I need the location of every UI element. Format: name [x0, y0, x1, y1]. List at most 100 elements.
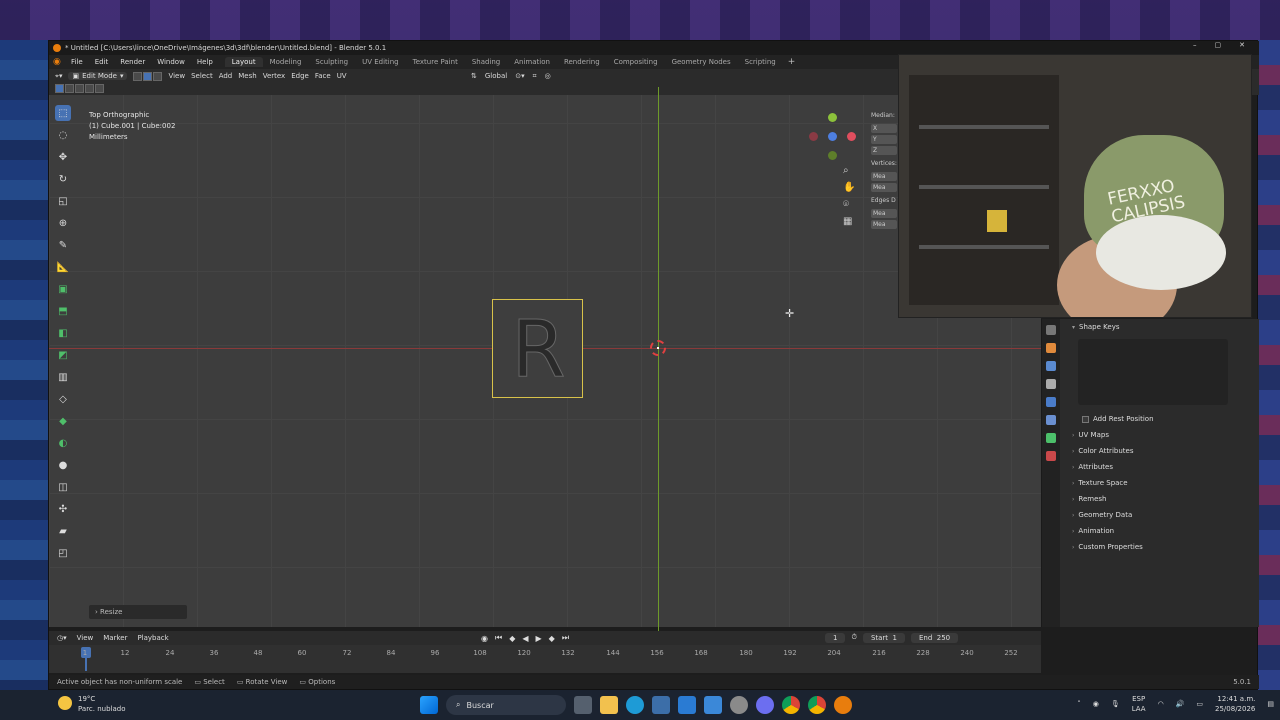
section-uv-maps[interactable]: › UV Maps [1064, 427, 1260, 443]
mic-icon[interactable]: 🎙 [1111, 700, 1120, 708]
section-remesh[interactable]: › Remesh [1064, 491, 1260, 507]
prev-keyframe-icon[interactable]: ◆ [509, 634, 515, 643]
record-icon[interactable]: ◉ [481, 634, 488, 643]
chevron-up-icon[interactable]: ˄ [1077, 700, 1081, 708]
selected-mesh-object[interactable]: R [492, 299, 583, 398]
stopwatch-icon[interactable]: ⏱ [851, 633, 856, 643]
task-view-icon[interactable] [574, 696, 592, 714]
bevel-icon[interactable]: ◩ [55, 347, 71, 363]
volume-icon[interactable]: 🔊 [1176, 700, 1185, 708]
add-workspace-button[interactable]: + [783, 57, 801, 67]
npanel-mean-field[interactable]: Mea [871, 183, 897, 192]
gizmo-z-icon[interactable] [828, 132, 837, 141]
edge-select-icon[interactable] [143, 71, 153, 81]
face-select-icon[interactable] [153, 71, 163, 81]
play-reverse-icon[interactable]: ◀ [522, 634, 528, 643]
chrome-icon[interactable] [808, 696, 826, 714]
store-icon[interactable] [652, 696, 670, 714]
menu-add[interactable]: Add [219, 72, 233, 80]
menu-edit[interactable]: Edit [89, 58, 115, 66]
battery-icon[interactable]: ▭ [1196, 700, 1203, 708]
menu-edge[interactable]: Edge [291, 72, 309, 80]
object-properties-icon[interactable] [1046, 343, 1056, 353]
pan-hand-icon[interactable]: ✋ [843, 182, 855, 193]
select-invert-icon[interactable] [85, 84, 94, 93]
grid-icon[interactable]: ▦ [843, 216, 855, 227]
orientation-dropdown[interactable]: Global [485, 72, 507, 80]
section-animation[interactable]: › Animation [1064, 523, 1260, 539]
proportional-edit-icon[interactable]: ◎ [545, 72, 551, 80]
play-icon[interactable]: ▶ [536, 634, 542, 643]
notifications-icon[interactable]: ▤ [1267, 700, 1274, 708]
snap-icon[interactable]: ⌗ [533, 72, 537, 81]
section-custom-properties[interactable]: › Custom Properties [1064, 539, 1260, 555]
add-rest-position-row[interactable]: Add Rest Position [1064, 405, 1260, 427]
mail-icon[interactable] [704, 696, 722, 714]
spin-icon[interactable]: ◐ [55, 435, 71, 451]
add-cube-icon[interactable]: ▣ [55, 281, 71, 297]
clock[interactable]: 12:41 a.m. 25/08/2026 [1215, 694, 1255, 714]
timeline-menu-playback[interactable]: Playback [137, 634, 168, 642]
modifier-properties-icon[interactable] [1046, 361, 1056, 371]
file-explorer-icon[interactable] [600, 696, 618, 714]
wifi-icon[interactable]: ◠ [1158, 700, 1164, 708]
end-frame-field[interactable]: End 250 [910, 633, 959, 643]
jump-end-icon[interactable]: ⏭ [562, 633, 569, 643]
vscode-icon[interactable] [678, 696, 696, 714]
section-geometry-data[interactable]: › Geometry Data [1064, 507, 1260, 523]
knife-icon[interactable]: ◇ [55, 391, 71, 407]
timeline-ruler[interactable]: 1 12 24 36 48 60 72 84 96 108 120 132 14… [49, 645, 1041, 673]
menu-mesh[interactable]: Mesh [238, 72, 256, 80]
npanel-z-field[interactable]: Z [871, 146, 897, 155]
shape-keys-list[interactable] [1078, 339, 1228, 405]
rotate-tool-icon[interactable]: ↻ [55, 171, 71, 187]
particles-properties-icon[interactable] [1046, 379, 1056, 389]
inset-icon[interactable]: ◧ [55, 325, 71, 341]
shape-keys-header[interactable]: ▾ Shape Keys [1064, 319, 1260, 335]
npanel-y-field[interactable]: Y [871, 135, 897, 144]
npanel-mean-field[interactable]: Mea [871, 209, 897, 218]
navigation-gizmo[interactable] [809, 111, 859, 163]
mode-dropdown[interactable]: ▣ Edit Mode ▾ [68, 72, 128, 80]
edge-browser-icon[interactable] [626, 696, 644, 714]
npanel-mean-field[interactable]: Mea [871, 220, 897, 229]
zoom-icon[interactable]: ⌕ [843, 165, 855, 176]
blender-taskbar-icon[interactable] [834, 696, 852, 714]
timeline-editor-icon[interactable]: ◷▾ [57, 634, 67, 642]
section-color-attributes[interactable]: › Color Attributes [1064, 443, 1260, 459]
last-operator-panel[interactable]: › Resize [89, 605, 187, 619]
physics-properties-icon[interactable] [1046, 397, 1056, 407]
annotate-tool-icon[interactable]: ✎ [55, 237, 71, 253]
rip-icon[interactable]: ◰ [55, 545, 71, 561]
windows-start-icon[interactable] [420, 696, 438, 714]
npanel-x-field[interactable]: X [871, 124, 897, 133]
tray-app-icon[interactable]: ◉ [1093, 700, 1099, 708]
tab-geometry-nodes[interactable]: Geometry Nodes [665, 57, 738, 67]
gizmo-neg-x-icon[interactable] [809, 132, 818, 141]
tab-uv-editing[interactable]: UV Editing [355, 57, 406, 67]
current-frame-field[interactable]: 1 [825, 633, 846, 643]
gizmo-x-icon[interactable] [847, 132, 856, 141]
select-intersect-icon[interactable] [95, 84, 104, 93]
loop-cut-icon[interactable]: ▥ [55, 369, 71, 385]
menu-face[interactable]: Face [315, 72, 331, 80]
jump-start-icon[interactable]: ⏮ [495, 633, 502, 643]
section-attributes[interactable]: › Attributes [1064, 459, 1260, 475]
data-properties-icon[interactable] [1046, 433, 1056, 443]
add-rest-checkbox[interactable] [1082, 415, 1089, 423]
chrome-icon[interactable] [782, 696, 800, 714]
3d-viewport[interactable]: Top Orthographic (1) Cube.001 | Cube:002… [49, 87, 1041, 635]
measure-tool-icon[interactable]: 📐 [55, 259, 71, 275]
constraints-properties-icon[interactable] [1046, 415, 1056, 425]
tab-compositing[interactable]: Compositing [607, 57, 665, 67]
discord-icon[interactable] [756, 696, 774, 714]
shear-icon[interactable]: ▰ [55, 523, 71, 539]
editor-type-icon[interactable]: ⌖▾ [55, 72, 62, 81]
gizmo-y-icon[interactable] [828, 113, 837, 122]
material-properties-icon[interactable] [1046, 451, 1056, 461]
menu-render[interactable]: Render [114, 58, 151, 66]
extrude-icon[interactable]: ⬒ [55, 303, 71, 319]
shrink-fatten-icon[interactable]: ✣ [55, 501, 71, 517]
tab-sculpting[interactable]: Sculpting [308, 57, 355, 67]
select-new-icon[interactable] [55, 84, 64, 93]
